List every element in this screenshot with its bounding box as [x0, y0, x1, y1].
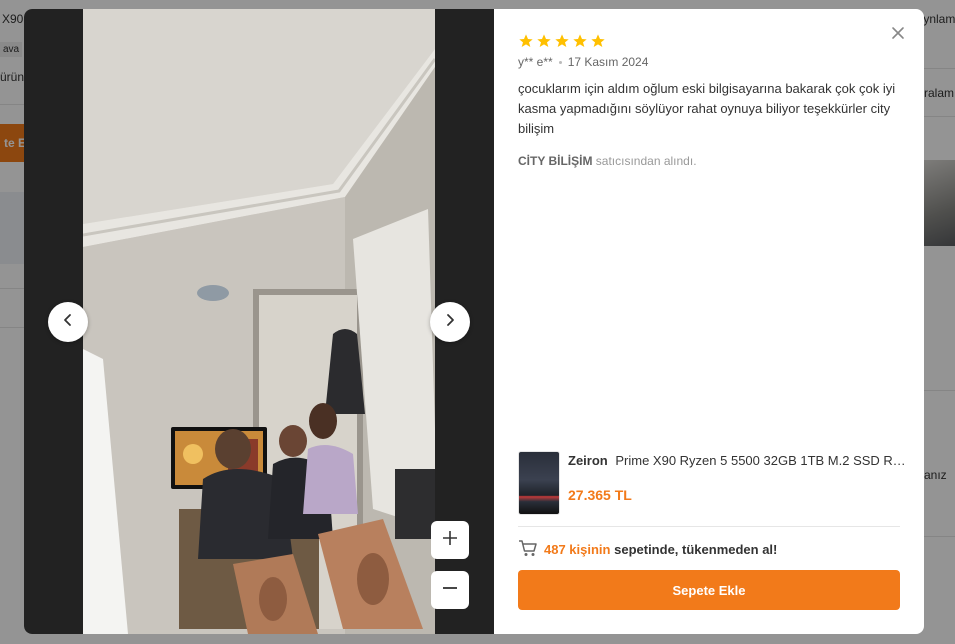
review-text: çocuklarım için aldım oğlum eski bilgisa…	[518, 81, 896, 136]
basket-count: 487 kişinin	[544, 542, 611, 557]
seller-suffix: satıcısından alındı.	[595, 154, 697, 168]
review-meta: y** e** 17 Kasım 2024	[518, 55, 648, 69]
product-price: 27.365 TL	[568, 487, 632, 503]
star-icon	[554, 33, 570, 54]
review-photo[interactable]	[83, 9, 435, 634]
chevron-right-icon	[443, 313, 457, 332]
star-icon	[572, 33, 588, 54]
next-image-button[interactable]	[430, 302, 470, 342]
cart-icon	[518, 539, 538, 560]
divider	[518, 526, 900, 527]
chevron-left-icon	[61, 313, 75, 332]
product-title[interactable]: Zeiron Prime X90 Ryzen 5 5500 32GB 1TB M…	[568, 453, 908, 468]
seller-name[interactable]: CİTY BİLİŞİM	[518, 154, 592, 168]
previous-image-button[interactable]	[48, 302, 88, 342]
close-icon	[890, 27, 906, 45]
star-icon	[536, 33, 552, 54]
star-icon	[518, 33, 534, 54]
zoom-in-button[interactable]	[431, 521, 469, 559]
rating-stars	[518, 33, 606, 54]
star-icon	[590, 33, 606, 54]
review-photo-illustration	[83, 9, 435, 634]
seller-info: CİTY BİLİŞİM satıcısından alındı.	[518, 154, 697, 168]
product-thumbnail[interactable]	[518, 451, 560, 515]
review-author: y** e**	[518, 55, 553, 69]
product-brand: Zeiron	[568, 453, 608, 468]
media-viewer	[24, 9, 494, 634]
review-image-modal: y** e** 17 Kasım 2024 çocuklarım için al…	[24, 9, 924, 634]
add-to-cart-button[interactable]: Sepete Ekle	[518, 570, 900, 610]
product-name: Prime X90 Ryzen 5 5500 32GB 1TB M.2 SSD …	[615, 453, 908, 468]
separator-dot	[558, 60, 562, 64]
review-date: 17 Kasım 2024	[567, 55, 649, 69]
basket-suffix: sepetinde, tükenmeden al!	[614, 542, 778, 557]
plus-icon	[442, 530, 458, 551]
close-button[interactable]	[890, 25, 906, 41]
zoom-out-button[interactable]	[431, 571, 469, 609]
minus-icon	[442, 580, 458, 601]
basket-notice: 487 kişinin sepetinde, tükenmeden al!	[518, 539, 777, 560]
review-detail-panel: y** e** 17 Kasım 2024 çocuklarım için al…	[494, 9, 924, 634]
product-card[interactable]: Zeiron Prime X90 Ryzen 5 5500 32GB 1TB M…	[518, 451, 908, 515]
